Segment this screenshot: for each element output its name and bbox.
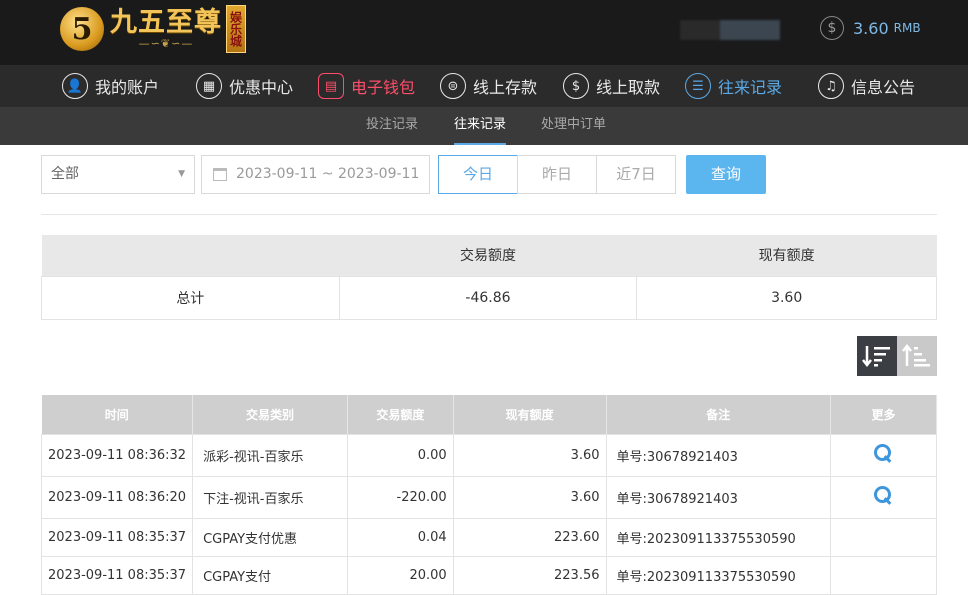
nav-online-deposit[interactable]: ⊜ 线上存款: [440, 71, 537, 101]
sort-asc-icon: [902, 344, 930, 367]
cell-more: [829, 433, 938, 477]
column-header[interactable]: 交易类别: [192, 395, 349, 434]
column-header[interactable]: 现有额度: [453, 395, 607, 434]
cell-type: CGPAY支付优惠: [192, 517, 349, 557]
search-icon[interactable]: [873, 443, 893, 463]
logo-emblem: 5: [60, 7, 104, 51]
tab-bet-records[interactable]: 投注记录: [366, 107, 418, 145]
cell-note: 单号:30678921403: [605, 475, 831, 519]
gift-icon: ▦: [196, 73, 222, 99]
nav-label: 往来记录: [718, 78, 783, 97]
cell-time: 2023-09-11 08:36:20: [40, 475, 194, 519]
nav-online-withdraw[interactable]: $ 线上取款: [563, 71, 660, 101]
tab-transaction-records[interactable]: 往来记录: [454, 107, 507, 145]
column-header[interactable]: 交易额度: [347, 395, 454, 434]
cell-more: [829, 475, 938, 519]
date-range-value: 2023-09-11 ~ 2023-09-11: [236, 166, 420, 182]
cell-time: 2023-09-11 08:35:37: [40, 517, 194, 557]
records-icon: ☰: [685, 73, 711, 99]
caret-down-icon: ▼: [178, 169, 185, 179]
bell-icon: ♫: [818, 73, 844, 99]
cell-note: 单号:202309113375530590: [605, 555, 831, 595]
nav-announcements[interactable]: ♫ 信息公告: [818, 71, 915, 101]
cell-balance: 3.60: [452, 433, 607, 477]
nav-label: 电子钱包: [351, 78, 416, 97]
last-7-days-button[interactable]: 近7日: [596, 155, 676, 194]
type-select[interactable]: 全部 ▼: [41, 155, 195, 194]
cell-balance: 3.60: [452, 475, 607, 519]
nav-my-account[interactable]: 👤 我的账户: [62, 71, 159, 101]
user-icon: 👤: [62, 73, 88, 99]
cell-balance: 223.60: [452, 517, 607, 557]
today-button[interactable]: 今日: [438, 155, 518, 194]
nav-label: 信息公告: [851, 78, 916, 97]
nav-transaction-records[interactable]: ☰ 往来记录: [685, 71, 782, 101]
query-button[interactable]: 查询: [686, 155, 766, 194]
yesterday-button[interactable]: 昨日: [517, 155, 597, 194]
table-row: 2023-09-11 08:36:20 下注-视讯-百家乐 -220.00 3.…: [40, 475, 938, 519]
column-header[interactable]: 更多: [830, 395, 938, 434]
nav-promotions[interactable]: ▦ 优惠中心: [196, 71, 293, 101]
cell-note: 单号:30678921403: [605, 433, 831, 477]
summary-header: 现有额度: [636, 235, 937, 276]
records-table: 时间 交易类别 交易额度 现有额度 备注 更多 2023-09-11 08:36…: [40, 395, 938, 595]
brand-logo[interactable]: 5 九五至尊 —∽❦∽— 娱乐城: [60, 2, 246, 56]
cell-amount: 20.00: [347, 555, 454, 595]
balance-display: $ 3.60 RMB: [820, 16, 921, 40]
cell-type: 派彩-视讯-百家乐: [192, 433, 349, 477]
summary-header: [41, 235, 340, 276]
logo-badge: 娱乐城: [226, 5, 246, 53]
main-nav: 👤 我的账户 ▦ 优惠中心 ▤ 电子钱包 ⊜ 线上存款 $ 线上取款 ☰ 往来记…: [0, 65, 968, 107]
summary-header: 交易额度: [339, 235, 637, 276]
top-header: 5 九五至尊 —∽❦∽— 娱乐城 $ 3.60 RMB: [0, 0, 968, 65]
table-row: 2023-09-11 08:35:37 CGPAY支付 20.00 223.56…: [40, 555, 938, 595]
cell-time: 2023-09-11 08:35:37: [40, 555, 194, 595]
cell-more: [829, 555, 938, 595]
table-row: 2023-09-11 08:36:32 派彩-视讯-百家乐 0.00 3.60 …: [40, 433, 938, 477]
summary-label: 总计: [41, 275, 340, 320]
cell-type: 下注-视讯-百家乐: [192, 475, 349, 519]
sort-desc-icon: [862, 346, 890, 368]
date-range-input[interactable]: 2023-09-11 ~ 2023-09-11: [201, 155, 430, 194]
sort-asc-button[interactable]: [897, 336, 937, 376]
withdraw-icon: $: [563, 73, 589, 99]
nav-label: 优惠中心: [229, 78, 294, 97]
calendar-icon: [213, 168, 227, 181]
summary-transaction-amount: -46.86: [338, 275, 638, 320]
logo-ornament: —∽❦∽—: [138, 37, 194, 50]
summary-current-balance: 3.60: [636, 275, 937, 320]
column-header[interactable]: 时间: [41, 395, 194, 434]
balance-amount: 3.60: [853, 18, 889, 38]
logo-title: 九五至尊: [110, 7, 222, 38]
nav-e-wallet[interactable]: ▤ 电子钱包: [318, 71, 415, 101]
divider: [41, 214, 937, 215]
type-select-value: 全部: [51, 166, 79, 182]
column-header[interactable]: 备注: [606, 395, 831, 434]
balance-currency: RMB: [893, 21, 921, 35]
cell-amount: 0.04: [347, 517, 454, 557]
nav-label: 线上取款: [596, 78, 661, 97]
cell-more: [829, 517, 938, 557]
summary-table: 交易额度 现有额度 总计 -46.86 3.60: [41, 235, 937, 320]
sub-nav: 投注记录 往来记录 处理中订单: [0, 107, 968, 145]
dollar-icon: $: [820, 16, 844, 40]
cell-balance: 223.56: [452, 555, 607, 595]
table-row: 2023-09-11 08:35:37 CGPAY支付优惠 0.04 223.6…: [40, 517, 938, 557]
tab-pending-orders[interactable]: 处理中订单: [541, 107, 606, 145]
nav-label: 我的账户: [95, 78, 160, 97]
wallet-icon: ▤: [318, 73, 344, 99]
deposit-icon: ⊜: [440, 73, 466, 99]
sort-desc-button[interactable]: [857, 336, 897, 376]
cell-amount: 0.00: [347, 433, 454, 477]
search-icon[interactable]: [873, 485, 893, 505]
cell-amount: -220.00: [347, 475, 454, 519]
cell-note: 单号:202309113375530590: [605, 517, 831, 557]
cell-type: CGPAY支付: [192, 555, 349, 595]
hidden-username: [680, 20, 780, 40]
cell-time: 2023-09-11 08:36:32: [40, 433, 194, 477]
nav-label: 线上存款: [473, 78, 538, 97]
